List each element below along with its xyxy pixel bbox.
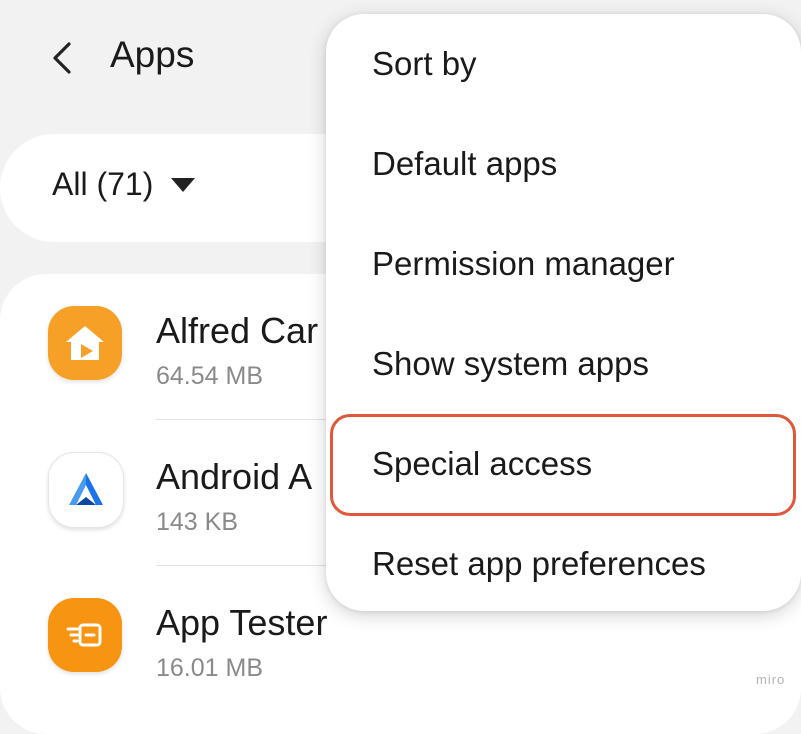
filter-dropdown[interactable]: All (71) xyxy=(52,166,196,203)
app-size: 143 KB xyxy=(156,508,239,536)
menu-item-show-system-apps[interactable]: Show system apps xyxy=(326,314,801,414)
menu-item-reset-app-preferences[interactable]: Reset app preferences xyxy=(326,514,801,614)
menu-item-default-apps[interactable]: Default apps xyxy=(326,114,801,214)
dropdown-arrow-icon xyxy=(171,177,196,192)
menu-item-special-access[interactable]: Special access xyxy=(326,414,801,514)
app-name: Alfred Car xyxy=(156,310,319,351)
watermark: miro xyxy=(756,672,786,687)
android-auto-app-icon xyxy=(48,452,124,528)
alfred-camera-app-icon xyxy=(48,306,122,380)
app-name: App Tester xyxy=(156,602,328,643)
app-name: Android A xyxy=(156,456,313,497)
menu-item-sort-by[interactable]: Sort by xyxy=(326,14,801,114)
chevron-left-icon xyxy=(53,42,71,74)
overflow-menu: Sort by Default apps Permission manager … xyxy=(326,14,801,611)
app-tester-app-icon xyxy=(48,598,122,672)
page-title: Apps xyxy=(110,34,195,75)
filter-label: All (71) xyxy=(52,166,154,202)
menu-item-permission-manager[interactable]: Permission manager xyxy=(326,214,801,314)
back-button[interactable] xyxy=(40,36,84,80)
app-size: 64.54 MB xyxy=(156,362,264,390)
app-size: 16.01 MB xyxy=(156,654,264,682)
